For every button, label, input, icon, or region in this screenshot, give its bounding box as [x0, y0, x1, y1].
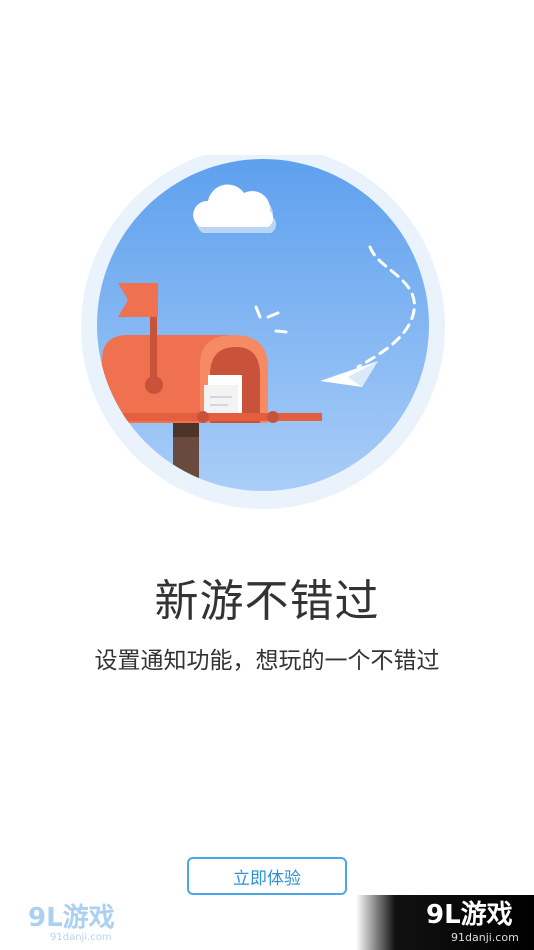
- watermark-site: 91danji.com: [50, 932, 112, 943]
- page-title: 新游不错过: [154, 576, 380, 627]
- watermark-logo: 9L游戏 91danji.com: [28, 900, 138, 946]
- mailbox-illustration-svg: [81, 145, 445, 509]
- watermark-site-dark: 91danji.com: [451, 931, 519, 944]
- watermark-logo-dark: 9L游戏 91danji.com: [356, 895, 534, 950]
- watermark-brand: 9L游戏: [28, 903, 115, 933]
- mailbox-illustration: [78, 145, 448, 525]
- try-now-button[interactable]: 立即体验: [187, 857, 347, 895]
- watermark-brand-dark: 9L游戏: [426, 900, 513, 930]
- page-subtitle: 设置通知功能，想玩的一个不错过: [94, 648, 440, 674]
